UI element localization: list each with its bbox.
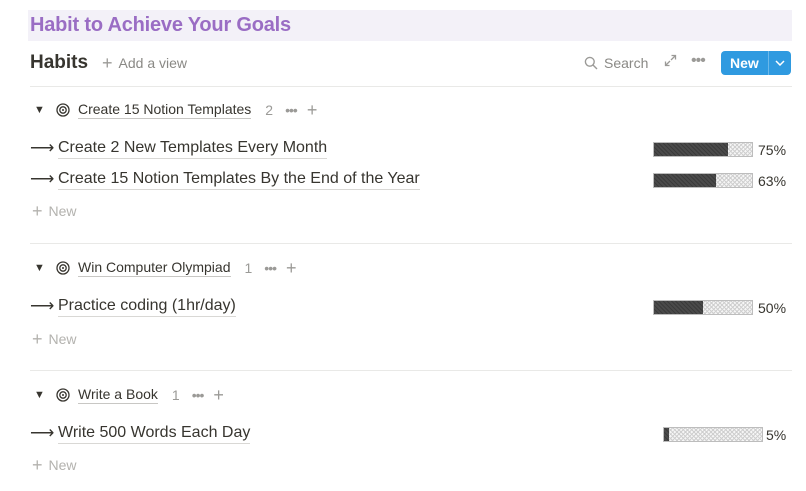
group-name[interactable]: Write a Book: [78, 386, 158, 404]
new-button[interactable]: New: [721, 51, 791, 75]
plus-icon: +: [32, 329, 43, 349]
arrow-right-icon: ⟶: [30, 423, 55, 442]
progress-label: 75%: [758, 142, 787, 158]
table-row[interactable]: ⟶ Create 2 New Templates Every Month 75%: [30, 138, 792, 161]
add-view-button[interactable]: + Add a view: [102, 53, 187, 73]
progress-bar: [653, 142, 753, 157]
table-row[interactable]: ⟶ Create 15 Notion Templates By the End …: [30, 169, 792, 192]
target-icon: [56, 261, 70, 275]
expand-icon[interactable]: [664, 54, 677, 70]
new-item-label: New: [48, 331, 77, 347]
table-row[interactable]: ⟶ Write 500 Words Each Day 5%: [30, 423, 792, 446]
chevron-down-icon[interactable]: [769, 51, 791, 75]
more-icon[interactable]: •••: [285, 102, 298, 118]
add-view-label: Add a view: [118, 55, 187, 71]
more-icon[interactable]: •••: [192, 387, 205, 403]
group-divider: [30, 370, 792, 371]
table-row[interactable]: ⟶ Practice coding (1hr/day) 50%: [30, 296, 792, 319]
page-title-banner: Habit to Achieve Your Goals: [28, 10, 792, 41]
plus-icon[interactable]: +: [286, 259, 297, 277]
new-item-button[interactable]: + New: [32, 329, 77, 349]
habit-title[interactable]: Create 15 Notion Templates By the End of…: [58, 170, 420, 190]
more-icon[interactable]: •••: [264, 260, 277, 276]
progress-bar-fill: [654, 301, 703, 314]
progress-label: 5%: [766, 427, 787, 443]
new-item-button[interactable]: + New: [32, 455, 77, 475]
group-divider: [30, 243, 792, 244]
plus-icon: +: [32, 455, 43, 475]
habit-title[interactable]: Write 500 Words Each Day: [58, 424, 251, 444]
habit-title[interactable]: Create 2 New Templates Every Month: [58, 139, 328, 159]
triangle-down-icon[interactable]: ▼: [34, 262, 48, 274]
progress-bar: [653, 173, 753, 188]
plus-icon[interactable]: +: [213, 386, 224, 404]
group-header: ▼ Write a Book 1 ••• +: [34, 385, 224, 405]
target-icon: [56, 103, 70, 117]
search-label: Search: [604, 55, 649, 71]
triangle-down-icon[interactable]: ▼: [34, 104, 48, 116]
group-name[interactable]: Create 15 Notion Templates: [78, 101, 252, 119]
arrow-right-icon: ⟶: [30, 169, 55, 188]
progress-bar: [653, 300, 753, 315]
group-count: 1: [171, 387, 180, 403]
new-item-label: New: [48, 203, 77, 219]
arrow-right-icon: ⟶: [30, 296, 55, 315]
progress-label: 50%: [758, 300, 787, 316]
new-button-label[interactable]: New: [721, 51, 768, 75]
new-item-button[interactable]: + New: [32, 201, 77, 221]
more-icon[interactable]: •••: [691, 52, 706, 70]
progress-bar-fill: [654, 174, 716, 187]
habit-title[interactable]: Practice coding (1hr/day): [58, 297, 236, 317]
triangle-down-icon[interactable]: ▼: [34, 389, 48, 401]
plus-icon: +: [32, 201, 43, 221]
new-item-label: New: [48, 457, 77, 473]
group-count: 1: [244, 260, 253, 276]
group-header: ▼ Win Computer Olympiad 1 ••• +: [34, 258, 297, 278]
page-title: Habit to Achieve Your Goals: [30, 14, 291, 36]
progress-label: 63%: [758, 173, 787, 189]
progress-bar-fill: [664, 428, 669, 441]
progress-bar: [663, 427, 763, 442]
target-icon: [56, 388, 70, 402]
plus-icon[interactable]: +: [307, 101, 318, 119]
group-count: 2: [265, 102, 274, 118]
database-toolbar: Habits + Add a view Search ••• New: [30, 50, 792, 78]
progress-bar-fill: [654, 143, 728, 156]
group-name[interactable]: Win Computer Olympiad: [78, 259, 231, 277]
arrow-right-icon: ⟶: [30, 138, 55, 157]
toolbar-divider: [30, 86, 792, 87]
plus-icon: +: [102, 53, 113, 73]
search-button[interactable]: Search: [584, 55, 648, 71]
group-header: ▼ Create 15 Notion Templates 2 ••• +: [34, 100, 317, 120]
database-title[interactable]: Habits: [30, 52, 88, 74]
search-icon: [584, 56, 598, 70]
